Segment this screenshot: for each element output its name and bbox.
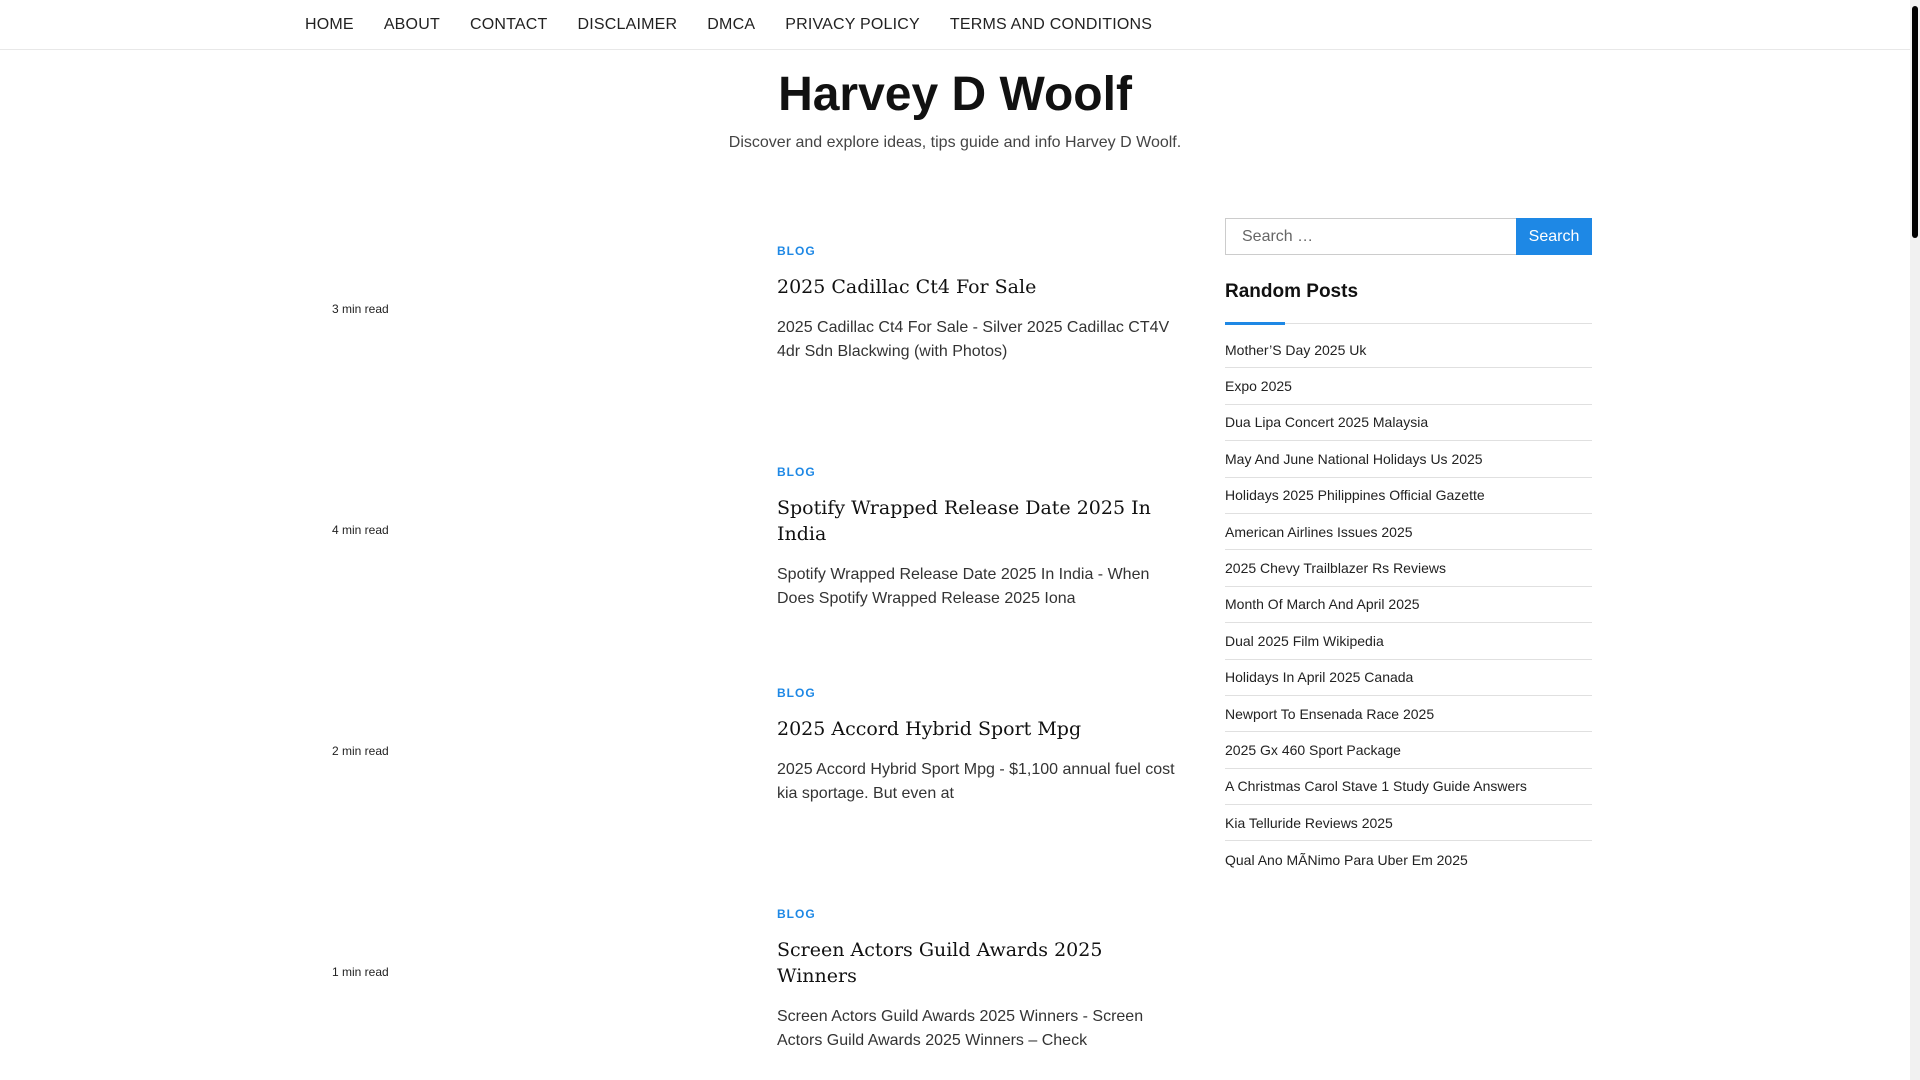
random-post-link[interactable]: Holidays In April 2025 Canada	[1225, 669, 1413, 685]
list-item: 2025 Chevy Trailblazer Rs Reviews	[1225, 550, 1592, 587]
random-post-link[interactable]: American Airlines Issues 2025	[1225, 524, 1413, 540]
site-branding: Harvey D Woolf Discover and explore idea…	[0, 66, 1910, 152]
post-title-link[interactable]: 2025 Accord Hybrid Sport Mpg	[777, 716, 1187, 742]
list-item: Month Of March And April 2025	[1225, 587, 1592, 624]
list-item: American Airlines Issues 2025	[1225, 514, 1592, 551]
search-form: Search	[1225, 218, 1592, 255]
post-content: BLOG Screen Actors Guild Awards 2025 Win…	[777, 883, 1187, 1053]
list-item: A Christmas Carol Stave 1 Study Guide An…	[1225, 769, 1592, 806]
random-post-link[interactable]: Mother’S Day 2025 Uk	[1225, 342, 1366, 358]
post-thumbnail[interactable]	[320, 441, 745, 637]
random-post-link[interactable]: May And June National Holidays Us 2025	[1225, 451, 1483, 467]
list-item: Newport To Ensenada Race 2025	[1225, 696, 1592, 733]
post-title-link[interactable]: 2025 Cadillac Ct4 For Sale	[777, 274, 1187, 300]
list-item: Dua Lipa Concert 2025 Malaysia	[1225, 405, 1592, 442]
post-category-link[interactable]: BLOG	[777, 244, 1187, 258]
random-post-link[interactable]: Month Of March And April 2025	[1225, 596, 1420, 612]
nav-item-dmca: DMCA	[707, 16, 755, 34]
list-item: Qual Ano MÃNimo Para Uber Em 2025	[1225, 841, 1592, 877]
post-list: 3 min read BLOG 2025 Cadillac Ct4 For Sa…	[320, 220, 1180, 1080]
nav-link-disclaimer[interactable]: DISCLAIMER	[577, 16, 677, 33]
read-time: 3 min read	[332, 302, 389, 316]
page-scrollbar[interactable]	[1910, 0, 1920, 1080]
post-card: 4 min read BLOG Spotify Wrapped Release …	[320, 441, 1180, 662]
list-item: Holidays 2025 Philippines Official Gazet…	[1225, 478, 1592, 514]
random-post-link[interactable]: 2025 Gx 460 Sport Package	[1225, 742, 1401, 758]
search-button[interactable]: Search	[1516, 218, 1592, 255]
random-post-link[interactable]: Dual 2025 Film Wikipedia	[1225, 633, 1384, 649]
random-post-link[interactable]: A Christmas Carol Stave 1 Study Guide An…	[1225, 778, 1527, 794]
nav-item-contact: CONTACT	[470, 16, 548, 34]
post-title-link[interactable]: Screen Actors Guild Awards 2025 Winners	[777, 937, 1187, 989]
nav-link-contact[interactable]: CONTACT	[470, 16, 548, 33]
site-title[interactable]: Harvey D Woolf	[0, 66, 1910, 124]
nav-link-privacy-policy[interactable]: PRIVACY POLICY	[785, 16, 920, 33]
nav-item-about: ABOUT	[384, 16, 440, 34]
nav-item-terms: TERMS AND CONDITIONS	[950, 16, 1152, 34]
nav-item-home: HOME	[305, 16, 354, 34]
post-category-link[interactable]: BLOG	[777, 907, 1187, 921]
scrollbar-thumb[interactable]	[1912, 6, 1918, 238]
list-item: Holidays In April 2025 Canada	[1225, 660, 1592, 696]
nav-item-disclaimer: DISCLAIMER	[577, 16, 677, 34]
random-post-link[interactable]: Kia Telluride Reviews 2025	[1225, 815, 1393, 831]
nav-link-terms[interactable]: TERMS AND CONDITIONS	[950, 16, 1152, 33]
random-posts-list: Mother’S Day 2025 Uk Expo 2025 Dua Lipa …	[1225, 332, 1592, 878]
post-thumbnail[interactable]	[320, 662, 745, 858]
post-content: BLOG 2025 Cadillac Ct4 For Sale 2025 Cad…	[777, 220, 1187, 364]
post-card: 2 min read BLOG 2025 Accord Hybrid Sport…	[320, 662, 1180, 883]
sidebar: Search Random Posts Mother’S Day 2025 Uk…	[1225, 218, 1592, 878]
post-excerpt: Screen Actors Guild Awards 2025 Winners …	[777, 1008, 1144, 1049]
post-title-link[interactable]: Spotify Wrapped Release Date 2025 In Ind…	[777, 495, 1187, 547]
post-excerpt: 2025 Cadillac Ct4 For Sale - Silver 2025…	[777, 319, 1170, 360]
nav-link-home[interactable]: HOME	[305, 16, 354, 33]
list-item: May And June National Holidays Us 2025	[1225, 441, 1592, 478]
random-post-link[interactable]: Dua Lipa Concert 2025 Malaysia	[1225, 414, 1428, 430]
read-time: 2 min read	[332, 744, 389, 758]
post-content: BLOG Spotify Wrapped Release Date 2025 I…	[777, 441, 1187, 611]
random-posts-heading: Random Posts	[1225, 281, 1592, 325]
nav-link-about[interactable]: ABOUT	[384, 16, 440, 33]
post-thumbnail[interactable]	[320, 220, 745, 416]
random-post-link[interactable]: Holidays 2025 Philippines Official Gazet…	[1225, 487, 1485, 503]
post-thumbnail[interactable]	[320, 883, 745, 1079]
random-post-link[interactable]: 2025 Chevy Trailblazer Rs Reviews	[1225, 560, 1446, 576]
random-post-link[interactable]: Newport To Ensenada Race 2025	[1225, 706, 1434, 722]
top-navigation: HOME ABOUT CONTACT DISCLAIMER DMCA PRIVA…	[0, 0, 1910, 50]
random-post-link[interactable]: Qual Ano MÃNimo Para Uber Em 2025	[1225, 852, 1468, 868]
post-excerpt: 2025 Accord Hybrid Sport Mpg - $1,100 an…	[777, 761, 1175, 802]
search-input[interactable]	[1225, 218, 1516, 255]
post-card: 3 min read BLOG 2025 Cadillac Ct4 For Sa…	[320, 220, 1180, 441]
post-category-link[interactable]: BLOG	[777, 465, 1187, 479]
post-excerpt: Spotify Wrapped Release Date 2025 In Ind…	[777, 566, 1150, 607]
post-content: BLOG 2025 Accord Hybrid Sport Mpg 2025 A…	[777, 662, 1187, 806]
list-item: Mother’S Day 2025 Uk	[1225, 332, 1592, 369]
post-category-link[interactable]: BLOG	[777, 686, 1187, 700]
nav-menu: HOME ABOUT CONTACT DISCLAIMER DMCA PRIVA…	[305, 0, 1182, 50]
read-time: 1 min read	[332, 965, 389, 979]
nav-link-dmca[interactable]: DMCA	[707, 16, 755, 33]
random-post-link[interactable]: Expo 2025	[1225, 378, 1292, 394]
list-item: Expo 2025	[1225, 368, 1592, 405]
list-item: 2025 Gx 460 Sport Package	[1225, 732, 1592, 769]
nav-item-privacy: PRIVACY POLICY	[785, 16, 920, 34]
site-description: Discover and explore ideas, tips guide a…	[728, 134, 1182, 151]
post-card: 1 min read BLOG Screen Actors Guild Awar…	[320, 883, 1180, 1080]
list-item: Kia Telluride Reviews 2025	[1225, 805, 1592, 842]
read-time: 4 min read	[332, 523, 389, 537]
list-item: Dual 2025 Film Wikipedia	[1225, 623, 1592, 660]
